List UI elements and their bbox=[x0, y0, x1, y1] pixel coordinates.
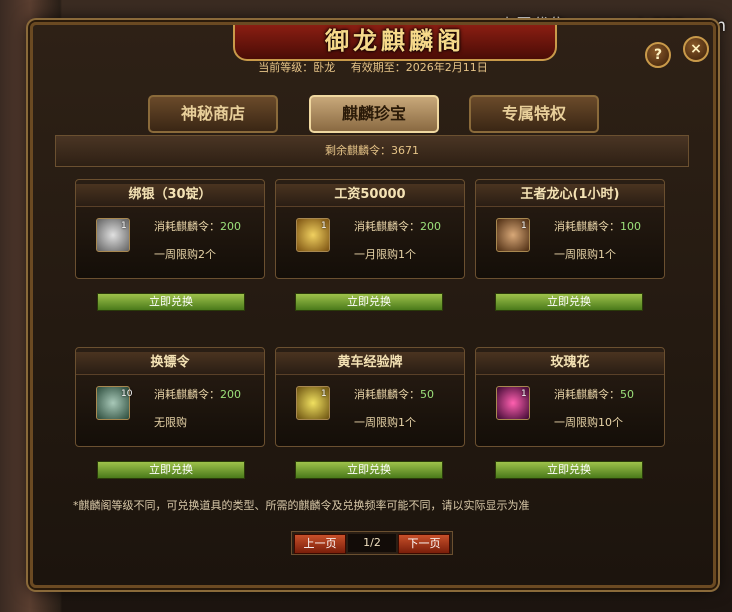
cost-value: 200 bbox=[220, 220, 241, 233]
cost-value: 200 bbox=[220, 388, 241, 401]
exchange-button[interactable]: 立即兑换 bbox=[295, 293, 443, 311]
item-quantity: 1 bbox=[121, 221, 127, 231]
cost-value: 50 bbox=[420, 388, 434, 401]
cost-label: 消耗麒麟令： bbox=[554, 388, 620, 401]
title-plaque: 御龙麒麟阁 bbox=[233, 25, 557, 61]
item-limit: 一周限购2个 bbox=[154, 248, 216, 261]
exchange-button[interactable]: 立即兑换 bbox=[495, 461, 643, 479]
item-limit: 一周限购1个 bbox=[354, 416, 416, 429]
status-line: 当前等级：卧龙 有效期至：2026年2月11日 bbox=[33, 59, 713, 75]
item-cost: 消耗麒麟令：200 bbox=[354, 218, 441, 234]
item-quantity: 1 bbox=[321, 389, 327, 399]
item-limit: 无限购 bbox=[154, 416, 187, 429]
escort-token-icon[interactable]: 10 bbox=[96, 386, 133, 420]
cost-label: 消耗麒麟令： bbox=[354, 388, 420, 401]
item-quantity: 1 bbox=[521, 221, 527, 231]
item-name: 玫瑰花 bbox=[476, 352, 664, 375]
item-limit: 一周限购1个 bbox=[554, 248, 616, 261]
remaining-tokens-bar: 剩余麒麟令：3671 bbox=[55, 135, 689, 167]
item-name: 换镖令 bbox=[76, 352, 264, 375]
current-level: 当前等级：卧龙 bbox=[258, 61, 336, 74]
window-title: 御龙麒麟阁 bbox=[325, 26, 465, 55]
exchange-button[interactable]: 立即兑换 bbox=[97, 293, 245, 311]
item-quantity: 10 bbox=[121, 389, 133, 399]
item-cost: 消耗麒麟令：50 bbox=[354, 386, 434, 402]
remaining-tokens: 剩余麒麟令：3671 bbox=[325, 144, 419, 157]
cost-value: 200 bbox=[420, 220, 441, 233]
item-card: 工资50000 1 消耗麒麟令：200 一月限购1个 bbox=[275, 179, 465, 279]
cost-label: 消耗麒麟令： bbox=[154, 388, 220, 401]
item-card: 玫瑰花 1 消耗麒麟令：50 一周限购10个 bbox=[475, 347, 665, 447]
exchange-button[interactable]: 立即兑换 bbox=[97, 461, 245, 479]
prev-page-button[interactable]: 上一页 bbox=[294, 534, 346, 554]
next-page-button[interactable]: 下一页 bbox=[398, 534, 450, 554]
gold-coin-icon[interactable]: 1 bbox=[296, 218, 330, 252]
item-card: 黄车经验牌 1 消耗麒麟令：50 一周限购1个 bbox=[275, 347, 465, 447]
item-limit: 一周限购10个 bbox=[554, 416, 623, 429]
item-cost: 消耗麒麟令：200 bbox=[154, 386, 241, 402]
item-quantity: 1 bbox=[521, 389, 527, 399]
dialog-window: 御龙麒麟阁 ? × 当前等级：卧龙 有效期至：2026年2月11日 神秘商店 麒… bbox=[30, 22, 716, 588]
expiry-date: 有效期至：2026年2月11日 bbox=[350, 61, 488, 74]
pagination: 上一页 1/2 下一页 bbox=[291, 531, 453, 555]
yellow-cart-plaque-icon[interactable]: 1 bbox=[296, 386, 330, 420]
item-cost: 消耗麒麟令：100 bbox=[554, 218, 641, 234]
item-name: 王者龙心(1小时) bbox=[476, 184, 664, 207]
exchange-button[interactable]: 立即兑换 bbox=[495, 293, 643, 311]
item-cost: 消耗麒麟令：200 bbox=[154, 218, 241, 234]
item-limit: 一月限购1个 bbox=[354, 248, 416, 261]
cost-label: 消耗麒麟令： bbox=[154, 220, 220, 233]
cost-value: 100 bbox=[620, 220, 641, 233]
page-indicator: 1/2 bbox=[348, 534, 396, 552]
item-name: 绑银（30锭） bbox=[76, 184, 264, 207]
rose-icon[interactable]: 1 bbox=[496, 386, 530, 420]
tab-mystery-shop[interactable]: 神秘商店 bbox=[148, 95, 278, 133]
item-card: 换镖令 10 消耗麒麟令：200 无限购 bbox=[75, 347, 265, 447]
cost-label: 消耗麒麟令： bbox=[354, 220, 420, 233]
silver-ingot-icon[interactable]: 1 bbox=[96, 218, 130, 252]
item-card: 王者龙心(1小时) 1 消耗麒麟令：100 一周限购1个 bbox=[475, 179, 665, 279]
item-quantity: 1 bbox=[321, 221, 327, 231]
item-name: 工资50000 bbox=[276, 184, 464, 207]
dragon-heart-icon[interactable]: 1 bbox=[496, 218, 530, 252]
tab-exclusive-privilege[interactable]: 专属特权 bbox=[469, 95, 599, 133]
disclaimer-note: *麒麟阁等级不同，可兑换道具的类型、所需的麒麟令及兑换频率可能不同，请以实际显示… bbox=[73, 499, 530, 512]
cost-label: 消耗麒麟令： bbox=[554, 220, 620, 233]
tab-qilin-treasure[interactable]: 麒麟珍宝 bbox=[309, 95, 439, 133]
exchange-button[interactable]: 立即兑换 bbox=[295, 461, 443, 479]
item-card: 绑银（30锭） 1 消耗麒麟令：200 一周限购2个 bbox=[75, 179, 265, 279]
item-cost: 消耗麒麟令：50 bbox=[554, 386, 634, 402]
cost-value: 50 bbox=[620, 388, 634, 401]
item-name: 黄车经验牌 bbox=[276, 352, 464, 375]
